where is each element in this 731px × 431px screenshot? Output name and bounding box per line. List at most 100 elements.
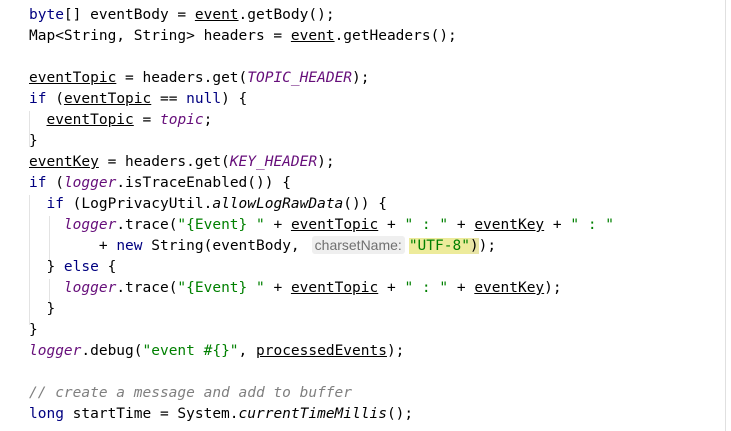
code-token: logger	[63, 175, 117, 191]
code-token: eventKey	[474, 217, 545, 233]
code-line[interactable]: if (LogPrivacyUtil.allowLogRawData()) {	[29, 194, 387, 215]
code-token: eventTopic	[63, 91, 152, 107]
code-line[interactable]: logger.trace("{Event} " + eventTopic + "…	[29, 215, 614, 236]
code-token: KEY_HEADER	[229, 154, 318, 170]
code-token: +	[264, 217, 291, 233]
code-token: .trace(	[116, 280, 178, 296]
code-token: event	[194, 7, 239, 23]
code-token: }	[29, 259, 64, 275]
code-token: = headers.get(	[116, 70, 248, 86]
code-token: );	[317, 154, 335, 170]
code-token: +	[378, 217, 405, 233]
string-literal: "{Event} "	[177, 217, 265, 233]
string-literal: " : "	[404, 217, 449, 233]
code-token: .trace(	[116, 217, 178, 233]
code-line[interactable]: }	[29, 131, 38, 152]
code-line[interactable]: + new String(eventBody, charsetName: "UTF-…	[29, 236, 496, 257]
code-line[interactable]: Map<String, String> headers = event.getH…	[29, 26, 457, 47]
code-token: ();	[386, 406, 414, 422]
keyword-token: null	[186, 91, 222, 107]
code-token: +	[448, 280, 475, 296]
code-token: (	[46, 91, 64, 107]
right-margin-line	[725, 0, 726, 431]
keyword-token: long	[29, 406, 64, 422]
code-token: +	[448, 217, 475, 233]
code-token: TOPIC_HEADER	[247, 70, 353, 86]
code-token: eventTopic	[46, 112, 134, 128]
code-line[interactable]: logger.debug("event #{}", processedEvent…	[29, 341, 404, 362]
code-token: );	[478, 238, 497, 254]
code-token: eventTopic	[290, 217, 379, 233]
code-token: topic	[159, 112, 204, 128]
code-line[interactable]: logger.trace("{Event} " + eventTopic + "…	[29, 278, 562, 299]
code-token: eventTopic	[290, 280, 379, 296]
code-line[interactable]: long startTime = System.currentTimeMilli…	[29, 404, 413, 425]
keyword-token: else	[63, 259, 99, 275]
code-token: +	[378, 280, 405, 296]
code-token: .getHeaders();	[334, 28, 457, 44]
code-line[interactable]: eventTopic = topic;	[29, 110, 212, 131]
code-line[interactable]: if (eventTopic == null) {	[29, 89, 247, 110]
code-token: +	[29, 238, 117, 254]
code-line[interactable]: }	[29, 320, 38, 341]
parameter-hint: charsetName:	[311, 236, 405, 254]
code-token: ) {	[221, 91, 248, 107]
code-line[interactable]: } else {	[29, 257, 116, 278]
code-token: (LogPrivacyUtil.	[63, 196, 213, 212]
code-editor[interactable]: byte[] eventBody = event.getBody(); Map<S…	[0, 0, 731, 431]
code-line[interactable]: byte[] eventBody = event.getBody();	[29, 5, 335, 26]
code-token: ==	[151, 91, 187, 107]
code-line[interactable]: eventKey = headers.get(KEY_HEADER);	[29, 152, 335, 173]
code-token: );	[544, 280, 562, 296]
keyword-token: byte	[29, 7, 64, 23]
code-token: startTime = System.	[63, 406, 239, 422]
code-token: = headers.get(	[98, 154, 230, 170]
code-token: .debug(	[81, 343, 143, 359]
code-token: +	[264, 280, 291, 296]
code-line[interactable]: if (logger.isTraceEnabled()) {	[29, 173, 291, 194]
code-token: );	[352, 70, 370, 86]
code-line[interactable]: }	[29, 299, 55, 320]
code-token: logger	[29, 343, 82, 359]
code-token: eventKey	[474, 280, 545, 296]
string-literal: "event #{}"	[142, 343, 239, 359]
code-token: currentTimeMillis	[238, 406, 387, 422]
string-literal: "{Event} "	[177, 280, 265, 296]
code-token: Map<String, String> headers =	[29, 28, 291, 44]
string-literal: " : "	[570, 217, 615, 233]
code-comment: // create a message and add to buffer	[29, 385, 353, 401]
code-token: }	[29, 301, 56, 317]
code-token: {	[98, 259, 117, 275]
code-token: String(eventBody,	[142, 238, 300, 254]
keyword-token: if	[29, 175, 47, 191]
code-token: =	[133, 112, 160, 128]
code-token: .isTraceEnabled()) {	[116, 175, 291, 191]
keyword-token: if	[29, 91, 47, 107]
code-token: [] eventBody =	[63, 7, 195, 23]
keyword-token: if	[46, 196, 64, 212]
code-token: ,	[238, 343, 256, 359]
code-token: );	[386, 343, 405, 359]
code-token: logger	[63, 217, 117, 233]
code-token: eventKey	[29, 154, 99, 170]
code-token: ()) {	[343, 196, 387, 212]
code-token: event	[290, 28, 335, 44]
code-token: .getBody();	[238, 7, 335, 23]
code-token: logger	[63, 280, 117, 296]
code-token: }	[29, 322, 38, 338]
string-literal: " : "	[404, 280, 449, 296]
code-token: eventTopic	[29, 70, 117, 86]
code-token: }	[29, 133, 38, 149]
code-line[interactable]: eventTopic = headers.get(TOPIC_HEADER);	[29, 68, 370, 89]
code-token: +	[544, 217, 571, 233]
string-literal: "UTF-8"	[408, 238, 470, 254]
code-line[interactable]: // create a message and add to buffer	[29, 383, 352, 404]
code-token: )	[469, 238, 479, 254]
code-token: processedEvents	[256, 343, 387, 359]
code-token: (	[46, 175, 64, 191]
code-token: ;	[203, 112, 213, 128]
